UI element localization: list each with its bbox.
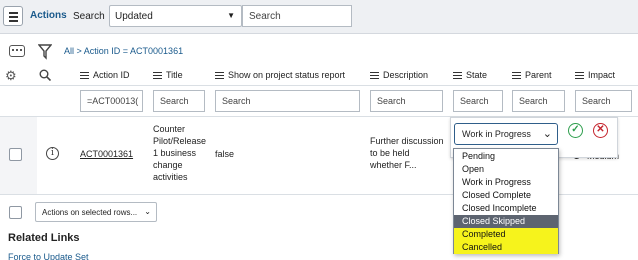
state-option[interactable]: Closed Complete xyxy=(454,189,558,202)
breadcrumb[interactable]: All > Action ID = ACT0001361 xyxy=(64,46,183,56)
search-field-value: Updated xyxy=(115,11,153,22)
divider xyxy=(0,85,638,86)
related-link-force-update-set[interactable]: Force to Update Set xyxy=(8,252,89,260)
check-circle-icon[interactable]: ✓ xyxy=(568,123,583,138)
chevron-down-icon: ▼ xyxy=(227,11,235,20)
action-id-search-input[interactable]: =ACT00013( xyxy=(80,90,143,112)
parent-search-input[interactable]: Search xyxy=(512,90,565,112)
search-field-select[interactable]: Updated ▼ xyxy=(109,5,242,27)
funnel-icon[interactable] xyxy=(38,44,52,60)
show-on-report-search-input[interactable]: Search xyxy=(215,90,360,112)
state-select[interactable]: Work in Progress ⌄ xyxy=(454,123,558,145)
chevron-down-icon: ⌄ xyxy=(144,207,151,216)
search-label: Search xyxy=(73,11,105,22)
state-dropdown-list: Pending Open Work in Progress Closed Com… xyxy=(453,148,559,254)
bulk-actions-label: Actions on selected rows... xyxy=(42,208,138,217)
search-input-placeholder: Search xyxy=(249,11,281,22)
bulk-actions-select[interactable]: Actions on selected rows... ⌄ xyxy=(35,202,157,222)
column-header-state[interactable]: State xyxy=(453,70,487,80)
state-option[interactable]: Open xyxy=(454,163,558,176)
column-header-show-on-report[interactable]: Show on project status report xyxy=(215,70,345,80)
state-select-value: Work in Progress xyxy=(462,129,531,139)
action-id-link[interactable]: ACT0001361 xyxy=(80,148,133,160)
hamburger-menu-button[interactable] xyxy=(3,6,23,26)
chat-icon[interactable] xyxy=(9,45,25,57)
search-icon[interactable] xyxy=(39,69,51,81)
column-menu-icon[interactable] xyxy=(453,71,462,79)
x-circle-icon[interactable]: ✕ xyxy=(593,123,608,138)
column-header-title[interactable]: Title xyxy=(153,70,183,80)
column-header-action-id[interactable]: Action ID xyxy=(80,70,130,80)
state-option[interactable]: Closed Incomplete xyxy=(454,202,558,215)
show-on-report-cell: false xyxy=(215,149,235,159)
search-input[interactable]: Search xyxy=(242,5,352,27)
title-search-input[interactable]: Search xyxy=(153,90,205,112)
column-header-description[interactable]: Description xyxy=(370,70,428,80)
description-cell: Further discussion to be held whether F.… xyxy=(370,136,444,170)
title-cell: Counter Pilot/Release 1 business change … xyxy=(153,124,207,182)
gear-icon[interactable]: ⚙ xyxy=(5,69,17,82)
column-menu-icon[interactable] xyxy=(215,71,224,79)
state-search-input[interactable]: Search xyxy=(453,90,503,112)
column-menu-icon[interactable] xyxy=(153,71,162,79)
select-all-checkbox[interactable] xyxy=(9,206,22,219)
description-search-input[interactable]: Search xyxy=(370,90,443,112)
column-header-impact[interactable]: Impact xyxy=(575,70,615,80)
state-option-highlighted[interactable]: Cancelled xyxy=(454,241,558,254)
column-menu-icon[interactable] xyxy=(512,71,521,79)
info-icon[interactable]: i xyxy=(46,147,59,160)
state-option[interactable]: Pending xyxy=(454,150,558,163)
row-checkbox[interactable] xyxy=(9,148,22,161)
state-option[interactable]: Work in Progress xyxy=(454,176,558,189)
impact-search-input[interactable]: Search xyxy=(575,90,632,112)
state-option-highlighted[interactable]: Completed xyxy=(454,228,558,241)
hamburger-icon xyxy=(9,12,18,14)
column-menu-icon[interactable] xyxy=(370,71,379,79)
column-header-parent[interactable]: Parent xyxy=(512,70,552,80)
column-menu-icon[interactable] xyxy=(575,71,584,79)
list-title: Actions xyxy=(30,10,67,21)
chevron-down-icon: ⌄ xyxy=(542,128,552,140)
column-menu-icon[interactable] xyxy=(80,71,89,79)
state-option-selected[interactable]: Closed Skipped xyxy=(454,215,558,228)
related-links-heading: Related Links xyxy=(8,232,80,244)
